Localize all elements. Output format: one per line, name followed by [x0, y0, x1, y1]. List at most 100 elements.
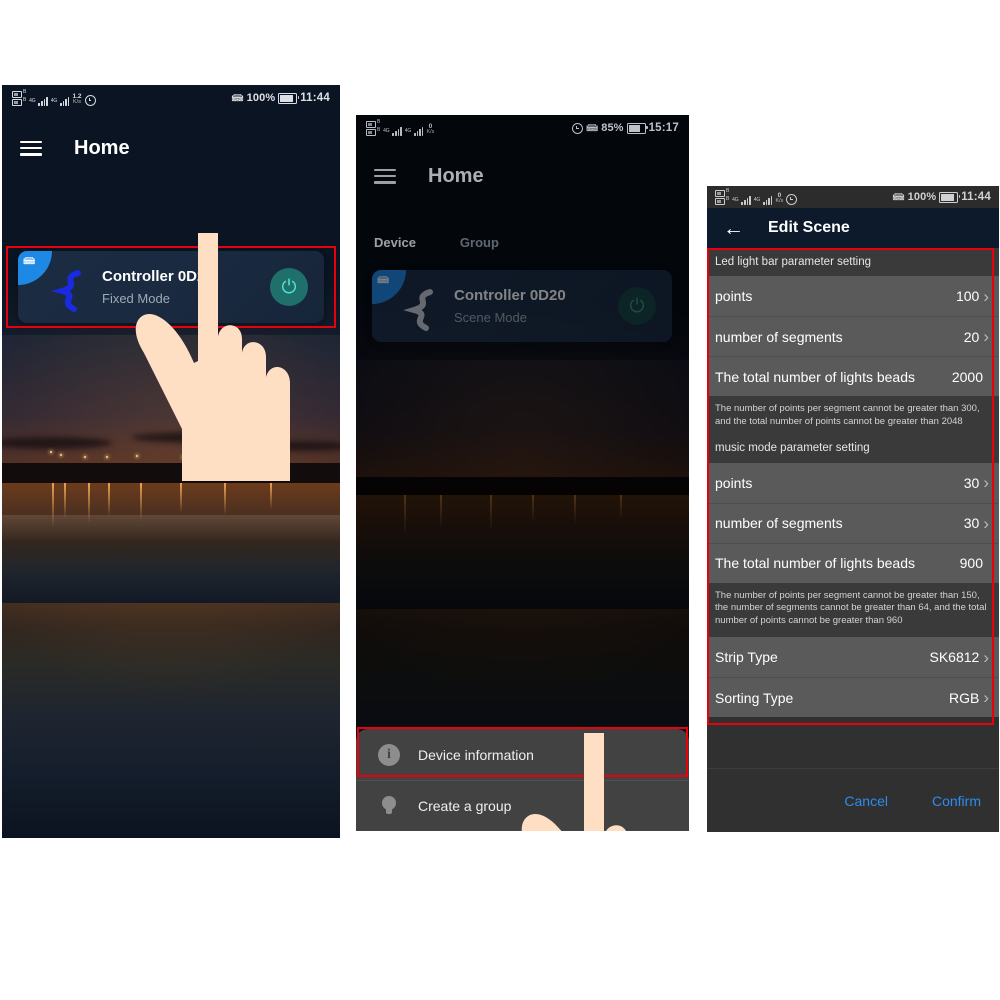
sheet-item-create-a-group[interactable]: Create a group — [356, 780, 689, 831]
tab-group[interactable]: Group — [460, 235, 499, 250]
phone-screen-home-device-list: B B 4G 4G 1.2 K/s 📾 100% 11:44 Home 📾 Co… — [2, 85, 340, 838]
status-bar: B B 4G 4G 0 K/s 📾 100% 11:44 — [707, 186, 999, 208]
network-tag-2: 4G — [753, 196, 761, 203]
battery-icon — [939, 191, 961, 203]
setting-value-wrap: 100 › — [956, 288, 989, 305]
setting-row-segments-led[interactable]: number of segments 20 › — [707, 316, 999, 356]
sheet-item-device-information[interactable]: i Device information — [356, 729, 689, 780]
phone2-screen: B B 4G 4G 0 K/s 📾 85% 15:17 Home Device … — [356, 115, 689, 831]
network-speed-indicator: 0 K/s — [775, 192, 784, 205]
status-bar-clock: 11:44 — [961, 191, 991, 203]
led-strip-icon — [51, 270, 81, 312]
power-button-icon: ⏻ — [629, 295, 645, 317]
setting-value: 20 — [963, 328, 980, 345]
signal-bars-icon-2 — [414, 126, 424, 136]
section-header-led-light-bar: Led light bar parameter setting — [707, 248, 999, 276]
status-bar-left: B B 4G 4G 1.2 K/s — [12, 89, 96, 106]
status-bar-right: 📾 100% 11:44 — [231, 92, 330, 104]
alarm-icon — [786, 193, 798, 205]
device-mode: Scene Mode — [454, 310, 527, 325]
setting-row-total-beads-led: The total number of lights beads 2000 — [707, 356, 999, 396]
hamburger-menu-icon[interactable] — [20, 140, 42, 156]
device-mode: Fixed Mode — [102, 291, 170, 306]
device-power-button[interactable]: ⏻ — [270, 268, 308, 306]
chevron-right-icon: › — [983, 473, 989, 493]
bottom-sheet-menu: i Device information Create a group — [356, 729, 689, 831]
app-bar: ← Edit Scene — [707, 208, 999, 248]
bluetooth-icon: 📾 — [231, 91, 244, 104]
app-bar: Home — [2, 125, 340, 171]
hint-text-led-light-bar: The number of points per segment cannot … — [707, 396, 999, 433]
setting-row-sorting-type[interactable]: Sorting Type RGB › — [707, 677, 999, 718]
signal-bars-icon-2 — [763, 195, 773, 205]
screenshot-stage: B B 4G 4G 1.2 K/s 📾 100% 11:44 Home 📾 Co… — [0, 0, 1000, 1000]
device-card[interactable]: 📾 Controller 0D20 Scene Mode ⏻ — [372, 270, 672, 342]
phone3-screen: B B 4G 4G 0 K/s 📾 100% 11:44 ← Edit Scen… — [707, 186, 999, 832]
setting-value-wrap: 30 › — [964, 474, 989, 491]
network-tag-1: 4G — [29, 97, 36, 104]
setting-label: The total number of lights beads — [715, 368, 916, 385]
setting-value: 30 — [963, 474, 980, 491]
network-speed-unit: K/s — [775, 198, 784, 204]
status-bar-clock: 11:44 — [300, 92, 330, 104]
section-header-music-mode: music mode parameter setting — [707, 432, 999, 463]
tab-device[interactable]: Device — [374, 235, 416, 250]
alarm-icon — [571, 122, 583, 134]
setting-row-segments-music[interactable]: number of segments 30 › — [707, 502, 999, 543]
status-bar-left: B B 4G 4G 0 K/s — [366, 119, 435, 136]
network-speed-indicator: 0 K/s — [426, 123, 435, 136]
power-button-icon: ⏻ — [281, 276, 297, 298]
setting-row-strip-type[interactable]: Strip Type SK6812 › — [707, 637, 999, 678]
page-title: Home — [428, 164, 484, 187]
setting-row-points-led[interactable]: points 100 › — [707, 276, 999, 316]
setting-value-wrap: SK6812 › — [930, 649, 990, 666]
status-bar-right: 📾 100% 11:44 — [892, 191, 991, 203]
status-bar-clock: 15:17 — [648, 122, 679, 134]
network-speed-indicator: 1.2 K/s — [72, 93, 81, 106]
alarm-icon — [84, 94, 96, 106]
hint-text-music-mode: The number of points per segment cannot … — [707, 582, 999, 638]
hamburger-menu-icon[interactable] — [374, 168, 396, 184]
status-bar-left: B B 4G 4G 0 K/s — [715, 188, 798, 205]
setting-value: 2000 — [951, 368, 983, 385]
chevron-right-icon: › — [983, 286, 989, 306]
battery-percent-label: 100% — [907, 191, 937, 203]
status-bar-right: 📾 85% 15:17 — [571, 122, 679, 134]
sim-card-icon: B B — [366, 119, 380, 136]
tab-bar: Device Group — [356, 235, 689, 250]
settings-list: Led light bar parameter setting points 1… — [707, 248, 999, 718]
signal-bars-icon-1 — [38, 96, 48, 106]
network-tag-1: 4G — [383, 127, 390, 134]
setting-value-wrap: 20 › — [964, 328, 989, 345]
setting-value-wrap: 2000 — [952, 369, 983, 385]
device-name: Controller 0D20 — [454, 287, 566, 304]
setting-row-total-beads-music: The total number of lights beads 900 — [707, 542, 999, 583]
sheet-item-label: Device information — [418, 746, 534, 763]
setting-value-wrap: 30 › — [964, 515, 989, 532]
device-card[interactable]: 📾 Controller 0D20 Fixed Mode ⏻ — [18, 251, 324, 323]
setting-label: points — [715, 288, 753, 304]
modal-scrim[interactable] — [356, 115, 689, 831]
battery-icon — [626, 122, 648, 134]
light-bulb-icon — [378, 795, 400, 817]
info-circle-icon: i — [378, 743, 400, 766]
network-speed-unit: K/s — [426, 129, 435, 135]
confirm-button[interactable]: Confirm — [932, 793, 981, 809]
device-power-button[interactable]: ⏻ — [618, 287, 656, 325]
setting-label: Strip Type — [715, 649, 778, 666]
setting-label: number of segments — [715, 328, 843, 345]
bluetooth-icon: 📾 — [892, 190, 905, 203]
phone-screen-device-menu: B B 4G 4G 0 K/s 📾 85% 15:17 Home Device … — [356, 115, 689, 831]
cancel-button[interactable]: Cancel — [844, 793, 888, 809]
action-bar: Cancel Confirm — [707, 768, 999, 832]
signal-bars-icon-2 — [60, 96, 70, 106]
page-title: Edit Scene — [768, 219, 850, 236]
setting-row-points-music[interactable]: points 30 › — [707, 462, 999, 503]
back-arrow-icon[interactable]: ← — [723, 218, 744, 239]
phone-screen-edit-scene: B B 4G 4G 0 K/s 📾 100% 11:44 ← Edit Scen… — [707, 186, 999, 832]
setting-value-wrap: 900 — [960, 555, 983, 571]
setting-value: 30 — [963, 515, 980, 532]
chevron-right-icon: › — [983, 327, 989, 346]
signal-bars-icon-1 — [392, 126, 402, 136]
setting-value: 900 — [959, 555, 983, 572]
